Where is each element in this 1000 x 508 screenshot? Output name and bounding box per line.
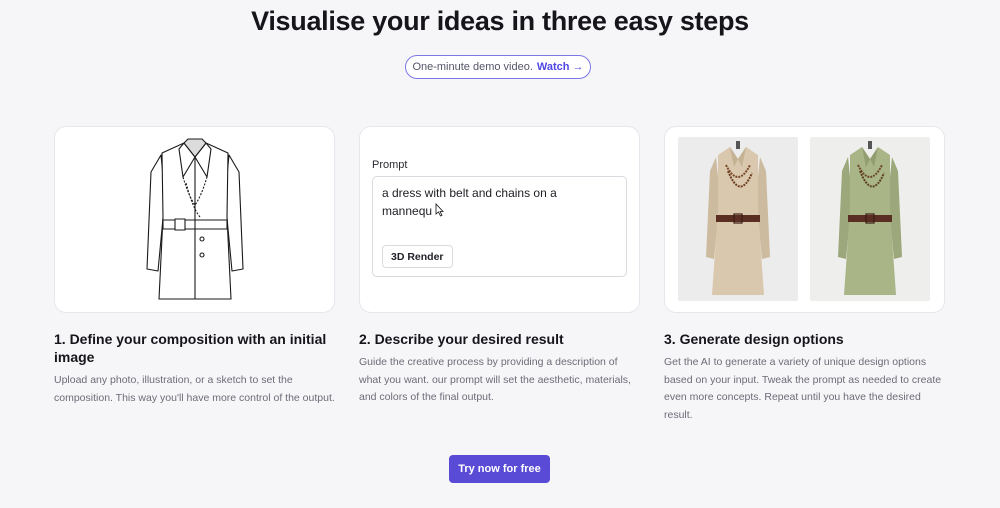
watch-link[interactable]: Watch →: [537, 61, 584, 73]
step-2-title: 2. Describe your desired result: [359, 331, 564, 347]
prompt-text: a dress with belt and chains on a manneq…: [382, 186, 557, 218]
composition-sketch-card: [54, 126, 335, 313]
step-1-title: 1. Define your composition with an initi…: [54, 331, 327, 365]
prompt-card: Prompt a dress with belt and chains on a…: [359, 126, 640, 313]
design-options-card: [664, 126, 945, 313]
step-3-title: 3. Generate design options: [664, 331, 844, 347]
3d-render-button[interactable]: 3D Render: [382, 245, 453, 268]
page-title: Visualise your ideas in three easy steps: [251, 6, 749, 36]
demo-text: One-minute demo video.: [412, 61, 533, 73]
try-now-button[interactable]: Try now for free: [449, 455, 550, 483]
generated-design-beige: [678, 137, 798, 301]
text-cursor-icon: [435, 203, 444, 217]
demo-video-link[interactable]: One-minute demo video. Watch →: [405, 55, 591, 79]
step-2-description: Guide the creative process by providing …: [359, 356, 631, 403]
prompt-label: Prompt: [372, 159, 408, 171]
step-3-description: Get the AI to generate a variety of uniq…: [664, 356, 942, 421]
generated-design-sage: [810, 137, 930, 301]
step-1-description: Upload any photo, illustration, or a ske…: [54, 374, 335, 404]
coat-sketch-image: [146, 138, 244, 300]
prompt-input[interactable]: a dress with belt and chains on a manneq…: [372, 176, 627, 277]
